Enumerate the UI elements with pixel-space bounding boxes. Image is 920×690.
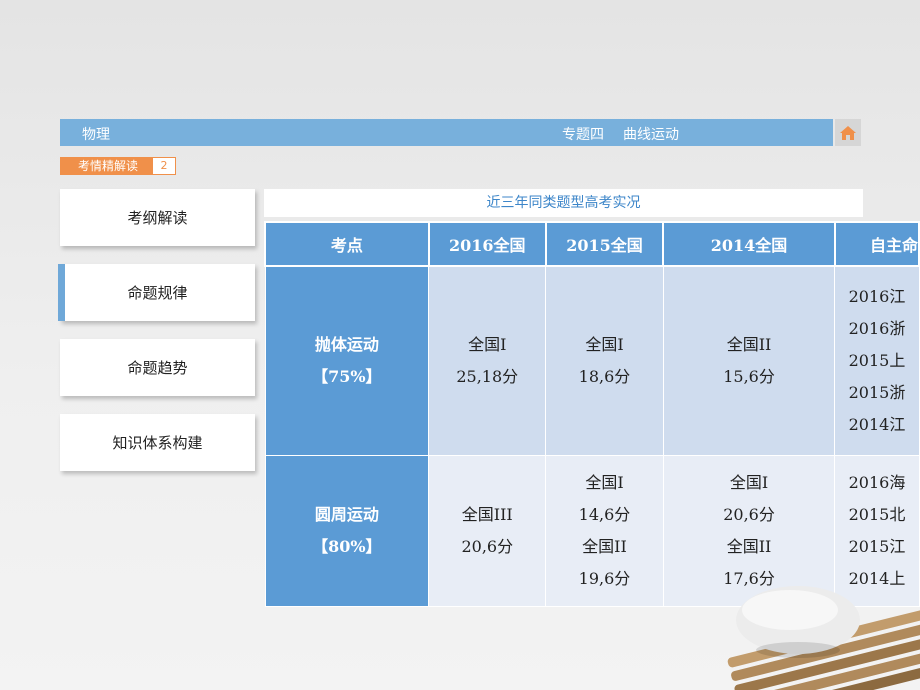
- nav-item-patterns[interactable]: 命题规律: [58, 264, 255, 321]
- cell-line: 18,6分: [578, 367, 631, 386]
- nav-item-label: 知识体系构建: [112, 434, 203, 452]
- cell-line: 全国II: [726, 335, 772, 354]
- column-header: 2015全国: [544, 221, 665, 267]
- cell-line: 2014江: [848, 415, 906, 434]
- table-cell: 全国I 18,6分: [545, 265, 664, 456]
- cell-line: 全国III: [461, 505, 513, 524]
- cell-line: 2015江: [848, 537, 906, 556]
- cell-line: 15,6分: [723, 367, 775, 386]
- header-topic: 专题四: [562, 127, 604, 143]
- table-row: 抛体运动 【75%】 全国I 25,18分 全国I 18,6分 全国II 15,…: [264, 265, 920, 456]
- table-cell: 全国I 25,18分: [428, 265, 547, 456]
- nav-item-label: 命题趋势: [127, 359, 188, 377]
- cell-line: 2015北: [848, 505, 906, 524]
- cell-line: 2016浙: [848, 319, 906, 338]
- column-header: 2014全国: [662, 221, 836, 267]
- topic-percent: 【75%】: [312, 367, 382, 386]
- cell-line: 2016海: [848, 473, 906, 492]
- decorative-teacup-image: [727, 586, 920, 690]
- topic-cell: 抛体运动 【75%】: [264, 265, 430, 456]
- home-icon: [840, 125, 856, 140]
- cell-line: 14,6分: [578, 505, 631, 524]
- cell-line: 19,6分: [578, 569, 631, 588]
- topic-cell: 圆周运动 【80%】: [264, 455, 430, 607]
- cell-line: 2015上: [848, 351, 906, 370]
- table-cell: 全国I 14,6分 全国II 19,6分: [545, 455, 664, 607]
- header-subject: 物理: [82, 127, 110, 143]
- table-cell: 2016江 2016浙 2015上 2015浙 2014江: [834, 265, 920, 456]
- cell-line: 全国I: [585, 335, 624, 354]
- nav-item-syllabus[interactable]: 考纲解读: [60, 189, 255, 246]
- table-cell: 全国II 15,6分: [662, 265, 836, 456]
- section-number: 2: [152, 157, 176, 175]
- nav-item-label: 考纲解读: [127, 209, 188, 227]
- home-button[interactable]: [835, 119, 861, 146]
- section-tag: 考情精解读 2: [60, 157, 176, 175]
- header-subtopic: 曲线运动: [623, 127, 679, 143]
- cell-line: 2016江: [848, 287, 906, 306]
- table-caption: 近三年同类题型高考实况: [264, 189, 863, 217]
- nav-item-trends[interactable]: 命题趋势: [60, 339, 255, 396]
- column-header: 自主命: [833, 221, 920, 267]
- cell-line: 全国I: [729, 473, 769, 492]
- cell-line: 全国II: [582, 537, 627, 556]
- cell-line: 全国I: [468, 335, 507, 354]
- cell-line: 2015浙: [848, 383, 906, 402]
- exam-table: 考点 2016全国 2015全国 2014全国 自主命 抛体运动 【75%】 全…: [264, 221, 920, 607]
- column-header: 2016全国: [427, 221, 547, 267]
- cell-line: 20,6分: [723, 505, 775, 524]
- cell-line: 20,6分: [461, 537, 514, 556]
- table-header-row: 考点 2016全国 2015全国 2014全国 自主命: [264, 221, 920, 267]
- table-cell: 全国III 20,6分: [428, 455, 547, 607]
- topic-name: 圆周运动: [314, 505, 379, 524]
- nav-item-label: 命题规律: [127, 284, 188, 302]
- nav-item-knowledge-map[interactable]: 知识体系构建: [60, 414, 255, 471]
- cell-line: 全国I: [585, 473, 624, 492]
- topic-percent: 【80%】: [312, 537, 382, 556]
- column-header: 考点: [264, 221, 430, 267]
- cell-line: 全国II: [726, 537, 772, 556]
- header-bar: 物理 专题四 曲线运动: [60, 119, 833, 146]
- cell-line: 25,18分: [456, 367, 519, 386]
- section-label: 考情精解读: [60, 157, 152, 175]
- topic-name: 抛体运动: [314, 335, 379, 354]
